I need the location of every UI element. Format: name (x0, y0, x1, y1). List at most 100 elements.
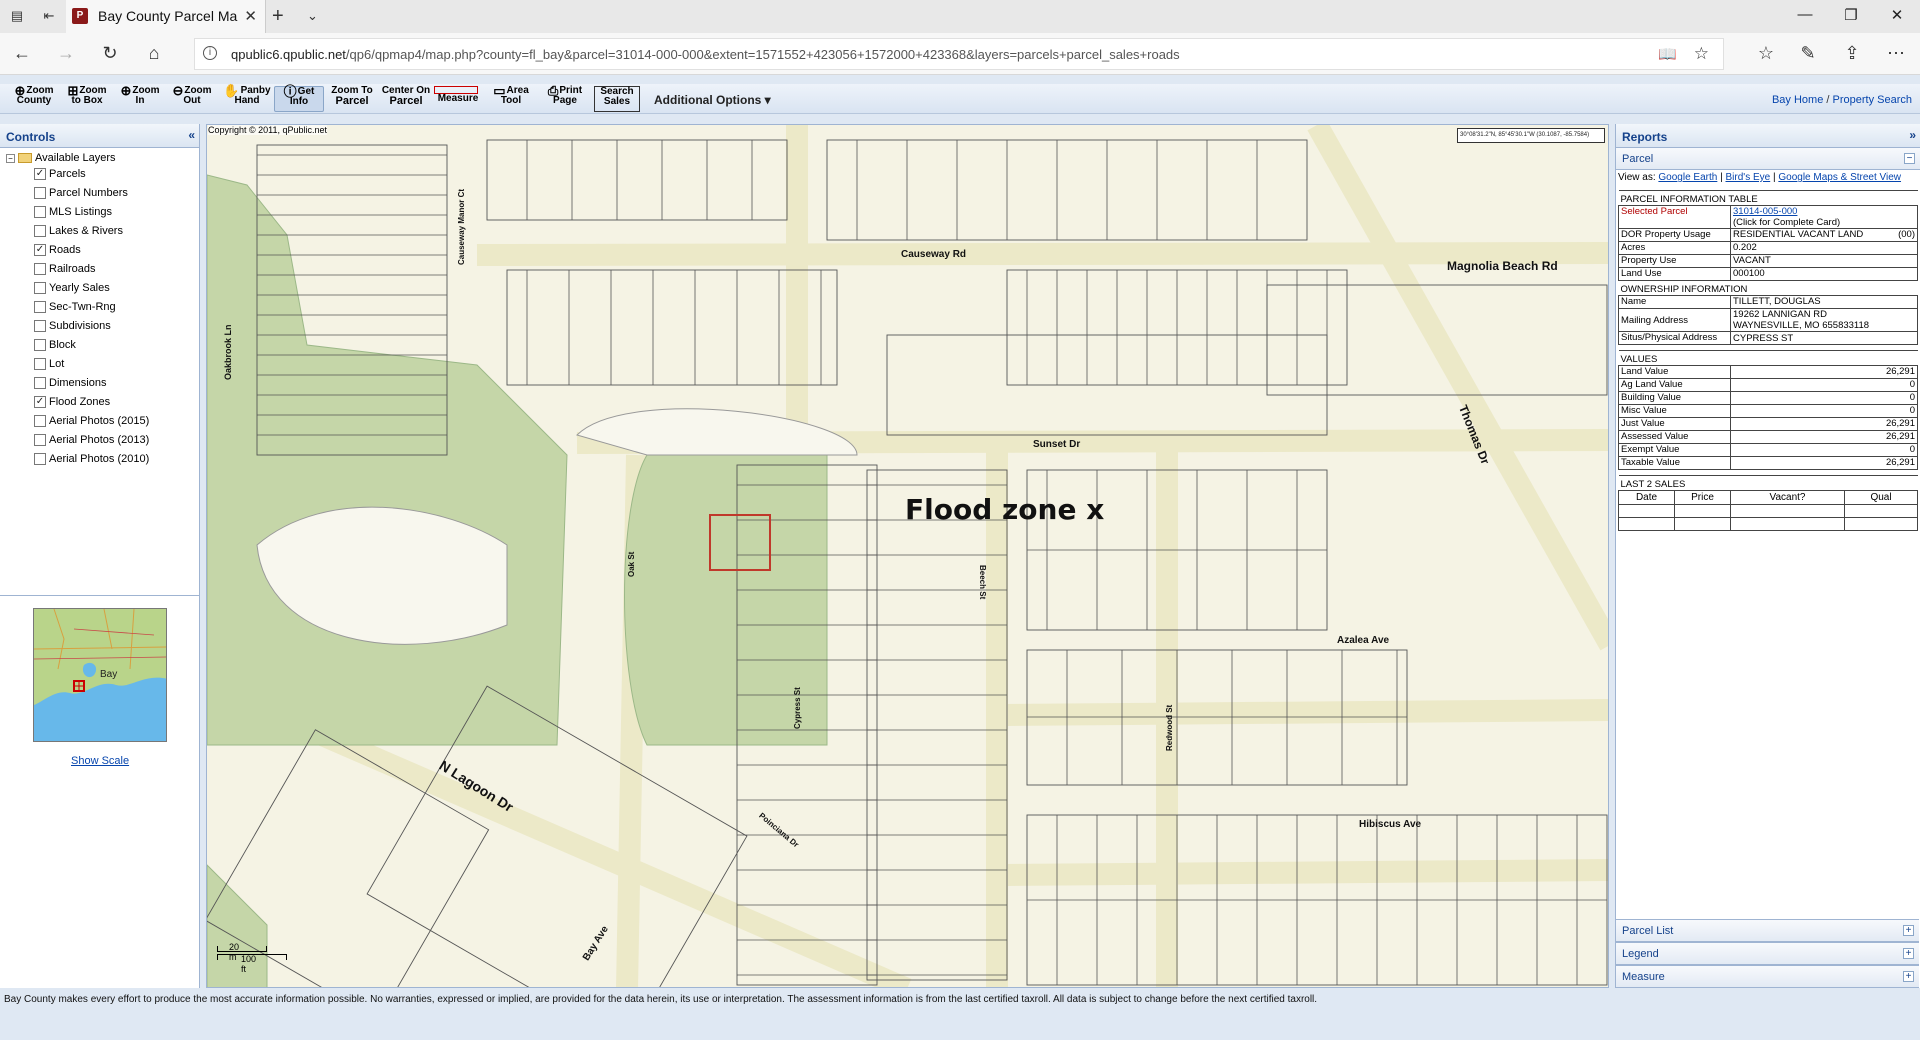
layer-label: Parcels (49, 168, 86, 180)
value-label: Assessed Value (1618, 430, 1731, 444)
layer-checkbox[interactable] (34, 320, 46, 333)
expand-measure-icon[interactable]: + (1903, 971, 1914, 982)
layer-item[interactable]: Aerial Photos (2013) (34, 434, 150, 447)
layer-item[interactable]: Lot (34, 358, 64, 371)
get-info-button[interactable]: ⓘGet Info (274, 85, 324, 112)
expand-legend-icon[interactable]: + (1903, 948, 1914, 959)
layer-item[interactable]: Sec-Twn-Rng (34, 301, 116, 314)
value-label: Exempt Value (1618, 443, 1731, 457)
minimize-icon[interactable]: — (1790, 6, 1820, 23)
layer-item[interactable]: Subdivisions (34, 320, 111, 333)
print-page-button[interactable]: ⎙Print Page (540, 84, 590, 112)
show-scale-link[interactable]: Show Scale (71, 755, 129, 767)
bay-home-link[interactable]: Bay Home (1772, 94, 1823, 106)
zoom-out-button[interactable]: ⊖Zoom Out (168, 84, 216, 112)
layer-item[interactable]: ✓ Parcels (34, 168, 86, 181)
controls-header: Controls « (0, 124, 199, 148)
property-search-link[interactable]: Property Search (1833, 94, 1912, 106)
mailing-line1: 19262 LANNIGAN RD (1733, 309, 1827, 320)
layer-checkbox[interactable] (34, 206, 46, 219)
layer-checkbox[interactable] (34, 377, 46, 390)
layer-label: Sec-Twn-Rng (49, 301, 116, 313)
close-tab-icon[interactable]: ✕ (244, 7, 257, 25)
google-maps-link[interactable]: Google Maps & Street View (1778, 172, 1901, 183)
layer-checkbox[interactable]: ✓ (34, 244, 46, 257)
layer-item[interactable]: Dimensions (34, 377, 106, 390)
area-tool-button[interactable]: ▭Area Tool (486, 84, 536, 112)
layer-item[interactable]: Block (34, 339, 76, 352)
set-aside-tabs-icon[interactable]: ⇤ (40, 8, 58, 24)
layer-checkbox[interactable] (34, 415, 46, 428)
birds-eye-link[interactable]: Bird's Eye (1726, 172, 1771, 183)
value-row: Ag Land Value 0 (1618, 378, 1918, 392)
favorites-hub-icon[interactable]: ☆ (1754, 43, 1778, 64)
measure-button[interactable]: Measure (434, 86, 482, 112)
value-amount: 26,291 (1730, 417, 1918, 431)
additional-options-dropdown[interactable]: Additional Options ▾ (654, 93, 771, 107)
tab-actions-icon[interactable]: ▤ (8, 8, 26, 24)
reading-view-icon[interactable]: 📖 (1658, 45, 1677, 63)
zoom-county-button[interactable]: ⊕Zoom County (8, 84, 60, 112)
new-tab-icon[interactable]: + (272, 5, 284, 28)
layer-item[interactable]: ✓ Roads (34, 244, 81, 257)
home-icon[interactable]: ⌂ (142, 43, 166, 64)
layer-checkbox[interactable] (34, 263, 46, 276)
layer-checkbox[interactable] (34, 434, 46, 447)
layer-item[interactable]: MLS Listings (34, 206, 112, 219)
web-note-icon[interactable]: ✎ (1796, 43, 1820, 64)
expand-parcel-list-icon[interactable]: + (1903, 925, 1914, 936)
layer-item[interactable]: Lakes & Rivers (34, 225, 123, 238)
browser-tab[interactable]: P Bay County Parcel Maps ✕ (66, 0, 266, 33)
available-layers-node[interactable]: − Available Layers (6, 152, 116, 164)
collapse-right-icon[interactable]: » (1909, 128, 1916, 142)
layer-checkbox[interactable] (34, 301, 46, 314)
zoom-to-parcel-button[interactable]: Zoom To Parcel (328, 86, 376, 112)
refresh-icon[interactable]: ↻ (98, 43, 122, 64)
layer-checkbox[interactable] (34, 282, 46, 295)
restore-icon[interactable]: ❐ (1836, 6, 1866, 24)
back-icon[interactable]: ← (10, 43, 34, 64)
collapse-left-icon[interactable]: « (188, 128, 195, 142)
tab-title: Bay County Parcel Maps (98, 8, 238, 24)
zoom-to-box-button[interactable]: ⊞Zoom to Box (62, 84, 112, 112)
tree-collapse-icon[interactable]: − (6, 153, 15, 163)
more-options-icon[interactable]: ⋯ (1884, 43, 1908, 64)
share-icon[interactable]: ⇪ (1840, 43, 1864, 64)
value-row: Misc Value 0 (1618, 404, 1918, 418)
overview-map[interactable]: Bay (33, 608, 167, 742)
forward-icon[interactable]: → (54, 43, 78, 64)
layer-checkbox[interactable] (34, 225, 46, 238)
layer-checkbox[interactable] (34, 453, 46, 466)
layer-item[interactable]: Aerial Photos (2015) (34, 415, 149, 428)
layer-item[interactable]: Railroads (34, 263, 95, 276)
close-window-icon[interactable]: ✕ (1882, 6, 1912, 24)
selected-parcel-link[interactable]: 31014-005-000 (1733, 206, 1797, 217)
parcel-map[interactable]: Copyright © 2011, qPublic.net 30°08'31.2… (206, 124, 1609, 988)
measure-header[interactable]: Measure + (1616, 965, 1919, 988)
layer-checkbox[interactable]: ✓ (34, 396, 46, 409)
layer-item[interactable]: Yearly Sales (34, 282, 110, 295)
layer-checkbox[interactable] (34, 339, 46, 352)
legend-header[interactable]: Legend + (1616, 942, 1919, 965)
dropdown-arrow-icon: ▾ (764, 93, 771, 107)
parcel-list-header[interactable]: Parcel List + (1616, 919, 1919, 942)
search-sales-button[interactable]: Search Sales (594, 86, 640, 112)
layer-item[interactable]: ✓ Flood Zones (34, 396, 110, 409)
favorite-star-icon[interactable]: ☆ (1694, 44, 1709, 64)
address-bar[interactable]: i qpublic6.qpublic.net/qp6/qpmap4/map.ph… (194, 38, 1724, 70)
value-label: Land Value (1618, 365, 1731, 379)
layer-checkbox[interactable] (34, 187, 46, 200)
controls-panel: Controls « − Available Layers ✓ Parcels Par… (0, 124, 200, 988)
google-earth-link[interactable]: Google Earth (1658, 172, 1717, 183)
layer-item[interactable]: Aerial Photos (2010) (34, 453, 149, 466)
center-on-parcel-button[interactable]: Center On Parcel (380, 86, 432, 112)
collapse-parcel-icon[interactable]: − (1904, 153, 1915, 164)
layer-checkbox[interactable]: ✓ (34, 168, 46, 181)
site-info-icon[interactable]: i (203, 46, 217, 60)
tab-list-chevron-icon[interactable]: ⌄ (307, 8, 318, 24)
pan-by-hand-button[interactable]: ✋Panby Hand (222, 84, 272, 112)
layer-checkbox[interactable] (34, 358, 46, 371)
layer-item[interactable]: Parcel Numbers (34, 187, 128, 200)
layer-label: Aerial Photos (2013) (49, 434, 150, 446)
zoom-in-button[interactable]: ⊕Zoom In (116, 84, 164, 112)
